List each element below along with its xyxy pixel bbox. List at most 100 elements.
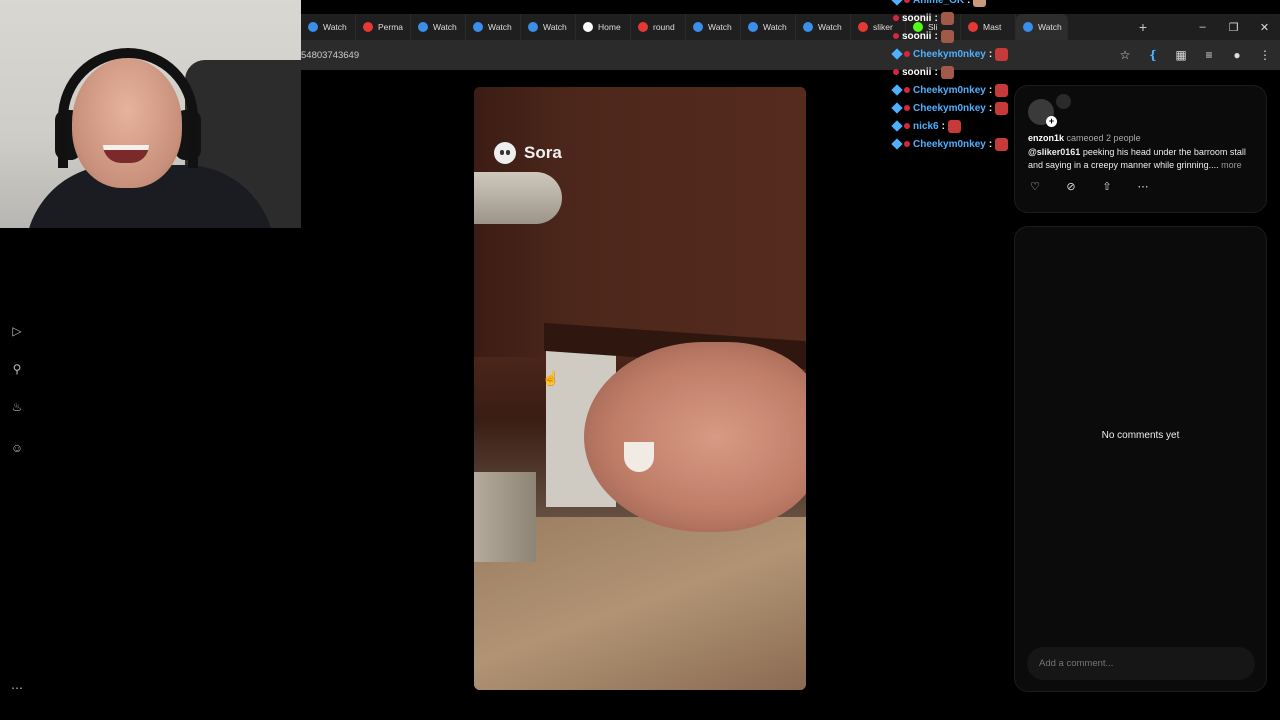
emote-icon (995, 83, 1009, 97)
tab-3[interactable]: Watch (466, 14, 521, 40)
tab-8[interactable]: Watch (741, 14, 796, 40)
tab-1[interactable]: Perma (356, 14, 411, 40)
close-icon[interactable]: ✕ (1249, 14, 1280, 40)
post-description: @sliker0161 peeking his head under the b… (1028, 146, 1256, 172)
sub-badge-icon (891, 120, 903, 132)
chat-message: Cheekym0nkey: (891, 135, 1023, 153)
platform-badge-icon (904, 123, 910, 129)
webcam-overlay (0, 0, 301, 228)
profile-icon[interactable]: ☺ (10, 441, 24, 455)
chat-username: soonii (902, 30, 932, 42)
youtube-icon (363, 22, 373, 32)
restore-icon[interactable]: ❐ (1218, 14, 1249, 40)
sub-badge-icon (891, 0, 903, 6)
chat-message: nick6: (891, 117, 1023, 135)
sub-badge-icon (891, 102, 903, 114)
chat-username: Cheekym0nkey (913, 84, 986, 96)
chat-message: Cheekym0nkey: (891, 99, 1023, 117)
no-comments-text: No comments yet (1101, 430, 1180, 441)
platform-badge-icon (904, 105, 910, 111)
tab-0[interactable]: Watch (301, 14, 356, 40)
comments-panel: No comments yet (1014, 226, 1267, 692)
tab-6[interactable]: round (631, 14, 686, 40)
emote-icon (995, 47, 1009, 61)
platform-badge-icon (893, 15, 899, 21)
chat-message: Cheekym0nkey: (891, 45, 1023, 63)
comment-input[interactable] (1027, 647, 1255, 680)
media-controls-icon[interactable]: ≡ (1202, 48, 1216, 62)
stall-leg (474, 472, 536, 562)
sora-icon (418, 22, 428, 32)
tab-label: Watch (543, 22, 567, 32)
x-icon (583, 22, 593, 32)
notification-bell-icon[interactable]: ♨ (10, 400, 24, 414)
platform-badge-icon (893, 69, 899, 75)
chat-separator: : (988, 138, 993, 150)
sora-watermark: Sora (494, 142, 562, 164)
grin (624, 442, 654, 472)
platform-badge-icon (904, 51, 910, 57)
chat-separator: : (934, 30, 938, 42)
play-icon[interactable]: ▷ (10, 324, 24, 338)
remix-icon[interactable]: ⊘ (1064, 180, 1078, 193)
address-bar: 54803743649 ☆ ❴ ▦ ≡ ● ⋮ (301, 40, 1280, 70)
tab-label: Perma (378, 22, 404, 32)
emote-icon (995, 101, 1009, 115)
tab-label: Watch (1038, 22, 1062, 32)
emote-icon (940, 11, 954, 25)
platform-badge-icon (904, 87, 910, 93)
video-player[interactable]: Sora (474, 87, 806, 690)
tab-2[interactable]: Watch (411, 14, 466, 40)
mention-link[interactable]: @sliker0161 (1028, 147, 1080, 157)
profile-avatar-icon[interactable]: ● (1230, 48, 1244, 62)
chat-message: soonii: (893, 27, 1023, 45)
read-aloud-icon[interactable]: ❴ (1146, 48, 1160, 62)
emote-icon (995, 137, 1009, 151)
window-controls: – ❐ ✕ (1187, 14, 1280, 40)
chat-username: soonii (902, 12, 932, 24)
extensions-icon[interactable]: ▦ (1174, 48, 1188, 62)
chat-separator: : (934, 12, 938, 24)
tab-9[interactable]: Watch (796, 14, 851, 40)
platform-badge-icon (893, 33, 899, 39)
emote-icon (940, 65, 954, 79)
toolbar-icons: ☆ ❴ ▦ ≡ ● ⋮ (1118, 40, 1272, 70)
tab-7[interactable]: Watch (686, 14, 741, 40)
sora-watermark-text: Sora (524, 143, 562, 162)
new-tab-button[interactable]: + (1132, 16, 1154, 38)
tab-strip: Watch Perma Watch Watch Watch Home round Watch W… (301, 14, 1280, 40)
minimize-icon[interactable]: – (1187, 14, 1218, 40)
like-heart-icon[interactable]: ♡ (1028, 180, 1042, 193)
door-hinge (474, 172, 562, 224)
search-icon[interactable]: ⚲ (10, 362, 24, 376)
author-name[interactable]: enzon1k (1028, 133, 1064, 143)
sora-logo-icon (494, 142, 516, 164)
tab-label: round (653, 22, 675, 32)
share-icon[interactable]: ⇧ (1100, 180, 1114, 193)
more-dots-icon[interactable]: ⋯ (1136, 180, 1150, 193)
more-link[interactable]: more (1221, 160, 1242, 170)
more-options-icon[interactable]: ⋯ (10, 681, 24, 695)
post-actions: ♡ ⊘ ⇧ ⋯ (1028, 180, 1150, 193)
chat-separator: : (934, 66, 938, 78)
chat-separator: : (988, 84, 993, 96)
tab-13[interactable]: Watch (1016, 14, 1068, 40)
follow-plus-icon[interactable]: + (1046, 116, 1057, 127)
url-text[interactable]: 54803743649 (301, 50, 359, 61)
bookmark-star-icon[interactable]: ☆ (1118, 48, 1132, 62)
cameo-avatar[interactable] (1056, 94, 1071, 109)
tab-5[interactable]: Home (576, 14, 631, 40)
tab-label: Watch (763, 22, 787, 32)
menu-dots-icon[interactable]: ⋮ (1258, 48, 1272, 62)
tab-label: Watch (708, 22, 732, 32)
sora-icon (473, 22, 483, 32)
youtube-icon (638, 22, 648, 32)
platform-badge-icon (904, 0, 910, 3)
tab-label: Home (598, 22, 621, 32)
chat-username: nick6 (913, 120, 939, 132)
tab-4[interactable]: Watch (521, 14, 576, 40)
sub-badge-icon (891, 48, 903, 60)
chat-message: soonii: (893, 9, 1023, 27)
sora-icon (693, 22, 703, 32)
sora-icon (308, 22, 318, 32)
